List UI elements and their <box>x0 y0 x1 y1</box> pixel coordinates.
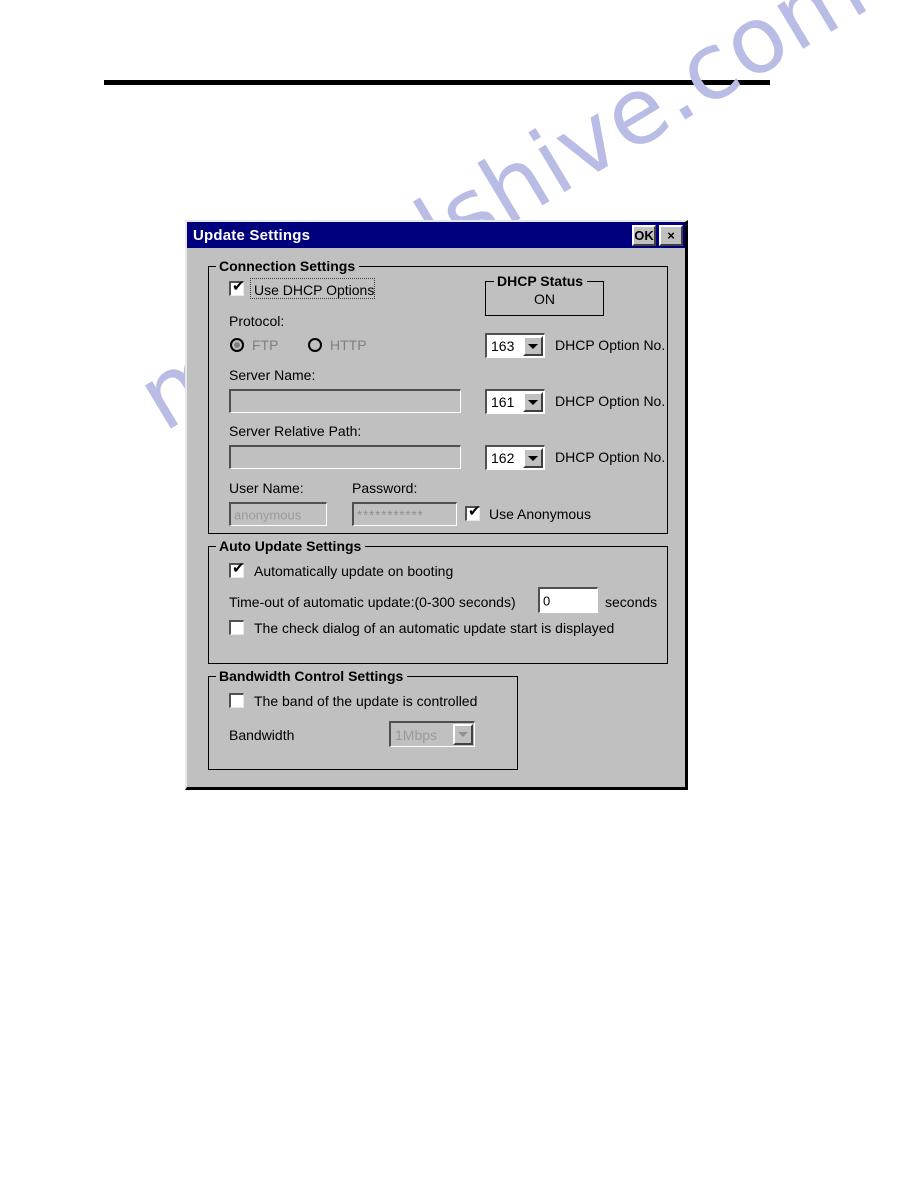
group-title-auto-update: Auto Update Settings <box>216 538 366 554</box>
input-server-name[interactable] <box>229 389 461 413</box>
combo-dhcp-option-2[interactable]: 161 <box>485 389 545 414</box>
label-dhcp-option-1: DHCP Option No. <box>555 337 666 353</box>
label-auto-update-on-boot[interactable]: Automatically update on booting <box>254 563 453 579</box>
label-protocol: Protocol: <box>229 313 285 329</box>
group-bandwidth-control-settings: Bandwidth Control Settings The band of t… <box>208 668 518 770</box>
input-password[interactable]: *********** <box>352 502 457 526</box>
label-use-dhcp-options[interactable]: Use DHCP Options <box>254 282 374 298</box>
group-dhcp-status: DHCP Status ON <box>485 273 604 316</box>
input-server-relative-path[interactable] <box>229 445 461 469</box>
label-protocol-http[interactable]: HTTP <box>330 337 367 353</box>
group-connection-settings: Connection Settings ✔ Use DHCP Options D… <box>208 258 668 534</box>
input-user-name-value: anonymous <box>234 507 302 522</box>
checkbox-use-anonymous[interactable]: ✔ <box>465 503 481 521</box>
checkbox-show-check-dialog[interactable] <box>229 620 244 635</box>
label-use-anonymous[interactable]: Use Anonymous <box>489 506 591 522</box>
group-title-bandwidth-control: Bandwidth Control Settings <box>216 668 408 684</box>
group-title-dhcp-status: DHCP Status <box>494 273 588 289</box>
input-password-value: *********** <box>357 507 424 522</box>
label-password: Password: <box>352 480 418 496</box>
group-title-connection: Connection Settings <box>216 258 360 274</box>
combo-dhcp-option-3-value: 162 <box>491 450 515 466</box>
update-settings-dialog: Update Settings OK × Connection Settings… <box>185 220 688 790</box>
page-header-rule <box>104 80 770 85</box>
combo-bandwidth[interactable]: 1Mbps <box>389 721 475 747</box>
input-timeout-seconds-value: 0 <box>543 593 551 608</box>
checkbox-band-controlled[interactable] <box>229 693 244 708</box>
dhcp-status-value: ON <box>534 291 555 307</box>
combo-dhcp-option-2-value: 161 <box>491 394 515 410</box>
chevron-down-icon[interactable] <box>523 392 543 412</box>
label-bandwidth: Bandwidth <box>229 727 295 743</box>
checkbox-tick-icon: ✔ <box>468 503 481 520</box>
label-show-check-dialog[interactable]: The check dialog of an automatic update … <box>254 620 614 636</box>
input-timeout-seconds[interactable]: 0 <box>538 587 598 613</box>
label-band-controlled[interactable]: The band of the update is controlled <box>254 693 477 709</box>
checkbox-tick-icon: ✔ <box>232 560 245 577</box>
combo-dhcp-option-1-value: 163 <box>491 338 515 354</box>
combo-bandwidth-value: 1Mbps <box>395 726 438 743</box>
input-user-name[interactable]: anonymous <box>229 502 327 526</box>
label-protocol-ftp[interactable]: FTP <box>252 337 278 353</box>
label-server-relative-path: Server Relative Path: <box>229 423 362 439</box>
checkbox-tick-icon: ✔ <box>232 278 245 295</box>
radio-protocol-ftp[interactable] <box>230 338 244 352</box>
chevron-down-icon[interactable] <box>523 336 543 356</box>
label-server-name: Server Name: <box>229 367 316 383</box>
radio-protocol-http[interactable] <box>308 338 322 352</box>
dialog-client-area: Connection Settings ✔ Use DHCP Options D… <box>187 248 685 787</box>
label-timeout: Time-out of automatic update:(0-300 seco… <box>229 594 516 610</box>
label-timeout-unit: seconds <box>605 594 658 610</box>
combo-dhcp-option-3[interactable]: 162 <box>485 445 545 470</box>
label-user-name: User Name: <box>229 480 304 496</box>
chevron-down-icon[interactable] <box>523 448 543 468</box>
chevron-down-icon[interactable] <box>453 724 473 745</box>
checkbox-auto-update-on-boot[interactable]: ✔ <box>229 560 245 578</box>
dialog-titlebar: Update Settings OK × <box>187 222 685 248</box>
combo-dhcp-option-1[interactable]: 163 <box>485 333 545 358</box>
ok-button[interactable]: OK <box>632 224 656 246</box>
checkbox-use-dhcp-options[interactable]: ✔ <box>229 278 245 296</box>
dialog-title: Update Settings <box>193 226 311 244</box>
close-icon[interactable]: × <box>659 224 683 246</box>
group-auto-update-settings: Auto Update Settings ✔ Automatically upd… <box>208 538 668 664</box>
label-dhcp-option-3: DHCP Option No. <box>555 449 666 465</box>
label-dhcp-option-2: DHCP Option No. <box>555 393 666 409</box>
